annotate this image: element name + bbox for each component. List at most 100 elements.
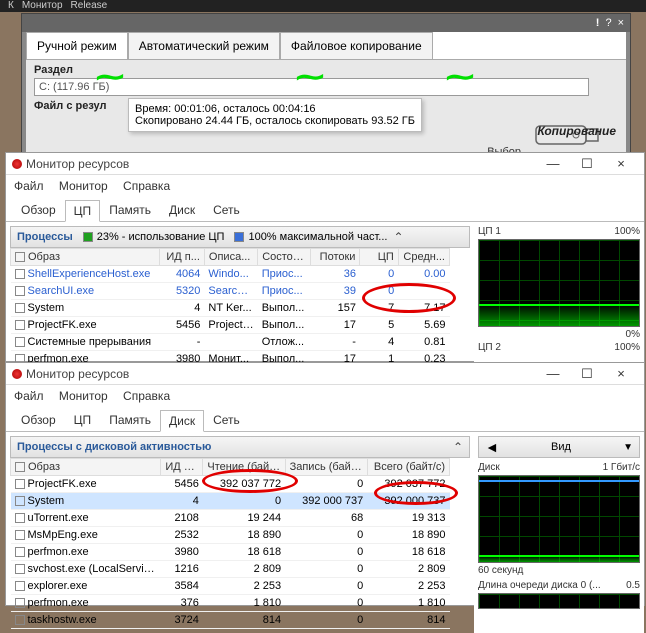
table-row[interactable]: svchost.exe (LocalServiceNet...12162 809…: [11, 561, 450, 578]
col-avg[interactable]: Средн...: [398, 249, 449, 266]
table-cell: 4064: [160, 266, 205, 283]
table-row[interactable]: ShellExperienceHost.exe4064Windo...Приос…: [11, 266, 450, 283]
table-row[interactable]: explorer.exe35842 25302 253: [11, 578, 450, 595]
taskbar-item[interactable]: К: [8, 0, 14, 12]
col-write[interactable]: Запись (байт/с): [285, 459, 367, 476]
table-cell: perfmon.exe: [11, 544, 161, 561]
tab-disk[interactable]: Диск: [160, 199, 204, 221]
table-cell: 4: [360, 334, 398, 351]
tab-overview[interactable]: Обзор: [12, 199, 65, 221]
col-total[interactable]: Всего (байт/с): [367, 459, 449, 476]
table-cell: 0.81: [398, 334, 449, 351]
table-row[interactable]: Системные прерывания-Отлож...-40.81: [11, 334, 450, 351]
table-cell: System: [11, 300, 160, 317]
table-cell: NT Ker...: [204, 300, 257, 317]
processes-header[interactable]: Процессы 23% - использование ЦП 100% мак…: [10, 226, 470, 248]
close-button[interactable]: ×: [604, 155, 638, 173]
menu-file[interactable]: Файл: [14, 179, 44, 193]
menu-file[interactable]: Файл: [14, 389, 44, 403]
progress-tooltip: Время: 00:01:06, осталось 00:04:16 Скопи…: [128, 98, 422, 132]
table-cell: 7: [360, 300, 398, 317]
maximize-button[interactable]: ☐: [570, 365, 604, 383]
table-row[interactable]: System40392 000 737392 000 737: [11, 493, 450, 510]
copy-tabs: Ручной режим Автоматический режим Файлов…: [26, 32, 626, 60]
help-icon[interactable]: !: [596, 17, 600, 29]
tab-memory[interactable]: Память: [100, 409, 160, 431]
table-cell: 19 244: [203, 510, 285, 527]
copy-body: ⁓ ⁓ ⁓ Раздел C: (117.96 ГБ) Файл с резул…: [26, 60, 626, 160]
table-row[interactable]: SearchUI.exe5320Search ...Приос...390: [11, 283, 450, 300]
menu-monitor[interactable]: Монитор: [59, 389, 108, 403]
table-row[interactable]: perfmon.exe3761 81001 810: [11, 595, 450, 612]
table-cell: ProjectFK.exe: [11, 317, 160, 334]
chart-max-2: 100%: [614, 342, 640, 353]
table-cell: 0: [360, 283, 398, 300]
table-cell: 2 253: [367, 578, 449, 595]
maximize-button[interactable]: ☐: [570, 155, 604, 173]
tab-disk[interactable]: Диск: [160, 410, 204, 432]
table-cell: 18 890: [367, 527, 449, 544]
table-cell: ShellExperienceHost.exe: [11, 266, 160, 283]
table-row[interactable]: taskhostw.exe37248140814: [11, 612, 450, 629]
table-cell: 392 037 772: [203, 476, 285, 493]
chevron-up-icon[interactable]: ⌃: [453, 440, 463, 454]
view-header[interactable]: ◄ Вид ▼: [478, 436, 640, 458]
table-header-row: Образ ИД п... Чтение (байт/с) Запись (ба…: [11, 459, 450, 476]
table-cell: 392 000 737: [285, 493, 367, 510]
col-threads[interactable]: Потоки: [311, 249, 360, 266]
tab-network[interactable]: Сеть: [204, 199, 249, 221]
table-row[interactable]: System4NT Ker...Выпол...15777.17: [11, 300, 450, 317]
table-cell: 5320: [160, 283, 205, 300]
table-cell: 392 000 737: [367, 493, 449, 510]
queue-label: Длина очереди диска 0 (...: [478, 580, 601, 591]
menu-help[interactable]: Справка: [123, 389, 170, 403]
cpu-chart-1: [478, 239, 640, 327]
col-desc[interactable]: Описа...: [204, 249, 257, 266]
tab-auto[interactable]: Автоматический режим: [128, 32, 280, 59]
taskbar-item[interactable]: Release: [71, 0, 108, 12]
table-row[interactable]: MsMpEng.exe253218 890018 890: [11, 527, 450, 544]
table-cell: 1216: [161, 561, 203, 578]
cpu-max-label: 100% максимальной част...: [248, 231, 387, 243]
table-row[interactable]: ProjectFK.exe5456ProjectFKВыпол...1755.6…: [11, 317, 450, 334]
question-icon[interactable]: ?: [605, 17, 611, 29]
chevron-up-icon[interactable]: ⌃: [393, 230, 403, 244]
close-icon[interactable]: ×: [618, 17, 624, 29]
col-pid[interactable]: ИД п...: [160, 249, 205, 266]
titlebar: Монитор ресурсов — ☐ ×: [6, 363, 644, 385]
table-row[interactable]: perfmon.exe398018 618018 618: [11, 544, 450, 561]
table-cell: ProjectFK.exe: [11, 476, 161, 493]
table-row[interactable]: ProjectFK.exe5456392 037 7720392 037 772: [11, 476, 450, 493]
table-cell: 0: [360, 266, 398, 283]
chart-title-2: ЦП 2: [478, 342, 501, 353]
col-read[interactable]: Чтение (байт/с): [203, 459, 285, 476]
col-cpu[interactable]: ЦП: [360, 249, 398, 266]
table-cell: Выпол...: [258, 300, 311, 317]
table-cell: 17: [311, 317, 360, 334]
close-button[interactable]: ×: [604, 365, 638, 383]
queue-chart: [478, 593, 640, 609]
tab-cpu[interactable]: ЦП: [65, 409, 101, 431]
minimize-button[interactable]: —: [536, 365, 570, 383]
copy-button[interactable]: Копирование: [537, 124, 616, 138]
col-image[interactable]: Образ: [11, 249, 160, 266]
minimize-button[interactable]: —: [536, 155, 570, 173]
col-pid[interactable]: ИД п...: [161, 459, 203, 476]
app-icon: [12, 369, 22, 379]
tab-manual[interactable]: Ручной режим: [26, 32, 128, 59]
col-image[interactable]: Образ: [11, 459, 161, 476]
tab-cpu[interactable]: ЦП: [65, 200, 101, 222]
taskbar-item[interactable]: Монитор: [22, 0, 63, 12]
disk-processes-header[interactable]: Процессы с дисковой активностью ⌃: [10, 436, 470, 458]
tab-overview[interactable]: Обзор: [12, 409, 65, 431]
table-cell: 3980: [161, 544, 203, 561]
tab-file[interactable]: Файловое копирование: [280, 32, 433, 59]
tab-network[interactable]: Сеть: [204, 409, 249, 431]
menu-monitor[interactable]: Монитор: [59, 179, 108, 193]
menu-help[interactable]: Справка: [123, 179, 170, 193]
col-state[interactable]: Состоя...: [258, 249, 311, 266]
table-row[interactable]: uTorrent.exe210819 2446819 313: [11, 510, 450, 527]
table-cell: 18 890: [203, 527, 285, 544]
tab-memory[interactable]: Память: [100, 199, 160, 221]
resource-tabs: Обзор ЦП Память Диск Сеть: [6, 197, 644, 222]
